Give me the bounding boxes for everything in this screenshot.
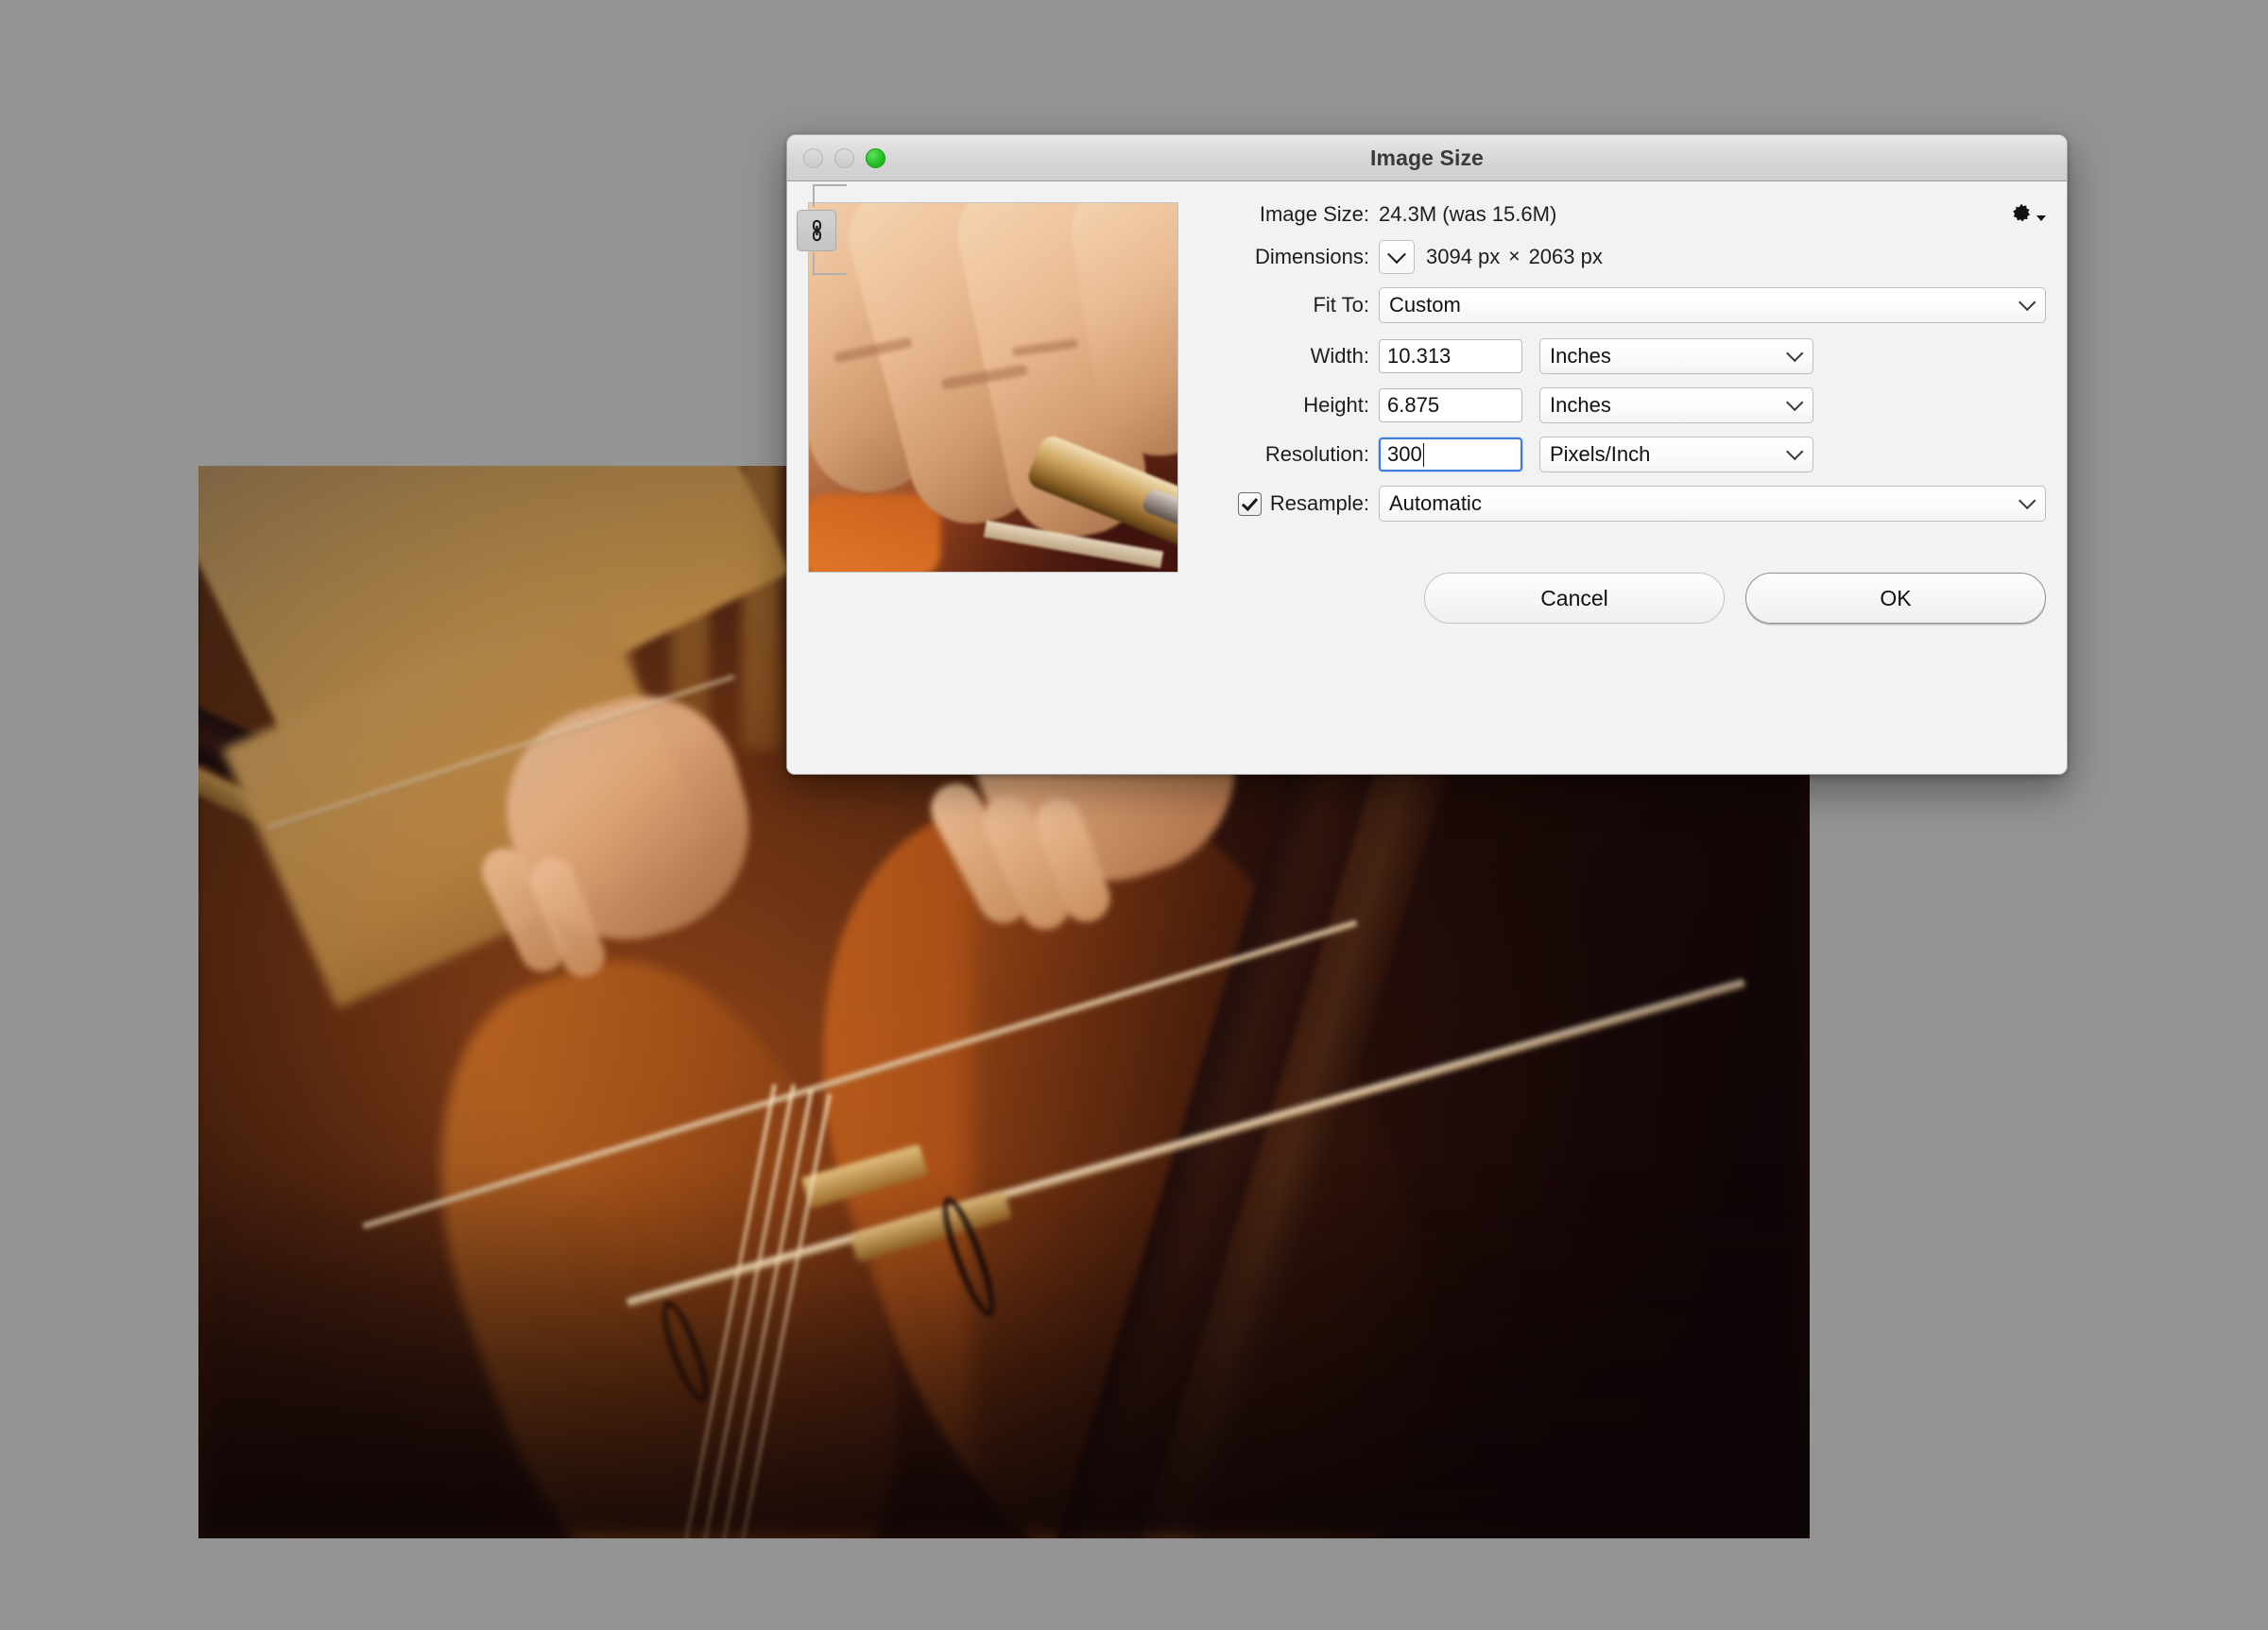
dialog-body: Image Size: 24.3M (was 15.6M) Dimensions… [787, 181, 2067, 774]
resolution-row: Resolution: 300 Pixels/Inch [1197, 437, 2046, 472]
chevron-down-icon [2019, 293, 2036, 311]
chevron-down-icon [1786, 393, 1804, 411]
image-size-form: Image Size: 24.3M (was 15.6M) Dimensions… [797, 184, 2067, 774]
chevron-down-icon [1786, 442, 1804, 460]
fit-to-select[interactable]: Custom [1379, 287, 2046, 323]
constrain-proportions-group [795, 184, 847, 275]
ok-button[interactable]: OK [1745, 573, 2046, 624]
preview-pane [808, 202, 1180, 774]
height-unit-select[interactable]: Inches [1539, 387, 1813, 423]
resample-checkbox[interactable] [1237, 491, 1262, 516]
gear-icon [2013, 203, 2031, 222]
preview-warm-patch [809, 494, 941, 572]
chevron-down-icon [2019, 491, 2036, 509]
fit-to-label: Fit To: [1313, 293, 1369, 317]
bracket-top [813, 184, 847, 207]
resolution-input[interactable]: 300 [1379, 438, 1522, 472]
resample-method-select[interactable]: Automatic [1379, 486, 2046, 522]
dialog-title: Image Size [1370, 145, 1484, 170]
chain-link-icon [812, 219, 821, 242]
resolution-unit-select[interactable]: Pixels/Inch [1539, 437, 1813, 472]
resample-label-group[interactable]: Resample: [1197, 491, 1379, 516]
width-unit-select[interactable]: Inches [1539, 338, 1813, 374]
width-value: 10.313 [1387, 344, 1452, 368]
width-unit-value: Inches [1550, 344, 1611, 368]
height-unit-value: Inches [1550, 393, 1611, 417]
image-size-dialog: Image Size Image Size: 24.3M (was 15.6M)… [786, 134, 2068, 775]
close-button[interactable] [803, 147, 823, 168]
resample-method-value: Automatic [1389, 491, 1482, 515]
width-row: Width: 10.313 Inches [1197, 338, 2046, 374]
zoom-button[interactable] [866, 147, 885, 168]
image-preview-thumbnail[interactable] [808, 202, 1178, 573]
height-value: 6.875 [1387, 393, 1440, 417]
chevron-down-icon [1387, 245, 1406, 265]
image-size-value: 24.3M (was 15.6M) [1379, 202, 1557, 226]
dimensions-dropdown-button[interactable] [1379, 240, 1415, 274]
fit-to-row: Fit To: Custom [1197, 287, 2046, 323]
dimensions-width-value: 3094 px [1426, 245, 1501, 268]
bracket-bottom [813, 252, 847, 275]
resolution-value: 300 [1387, 442, 1422, 466]
dimensions-height-value: 2063 px [1528, 245, 1603, 268]
image-size-label: Image Size: [1259, 202, 1369, 226]
window-controls [803, 147, 885, 168]
resolution-unit-value: Pixels/Inch [1550, 442, 1651, 466]
chevron-down-icon [1786, 344, 1804, 362]
minimize-button[interactable] [834, 147, 854, 168]
image-size-row: Image Size: 24.3M (was 15.6M) [1197, 202, 2046, 227]
cancel-button[interactable]: Cancel [1424, 573, 1725, 624]
dialog-button-row: Cancel OK [1197, 573, 2046, 624]
width-label: Width: [1310, 344, 1369, 368]
resolution-label: Resolution: [1264, 442, 1369, 466]
dimensions-row: Dimensions: 3094 px × 2063 px [1197, 240, 2046, 274]
fit-to-value: Custom [1389, 293, 1461, 317]
resample-label: Resample: [1269, 491, 1369, 515]
text-caret [1422, 442, 1425, 467]
chevron-down-icon [2036, 215, 2046, 221]
height-row: Height: 6.875 Inches [1197, 387, 2046, 423]
width-input[interactable]: 10.313 [1379, 339, 1522, 373]
height-input[interactable]: 6.875 [1379, 388, 1522, 422]
height-label: Height: [1303, 393, 1369, 417]
dialog-titlebar[interactable]: Image Size [787, 135, 2067, 181]
dimensions-label: Dimensions: [1254, 245, 1369, 268]
gear-menu-button[interactable] [2009, 202, 2046, 227]
resample-row: Resample: Automatic [1197, 486, 2046, 522]
dimensions-separator: × [1508, 246, 1521, 267]
constrain-proportions-button[interactable] [797, 210, 836, 251]
